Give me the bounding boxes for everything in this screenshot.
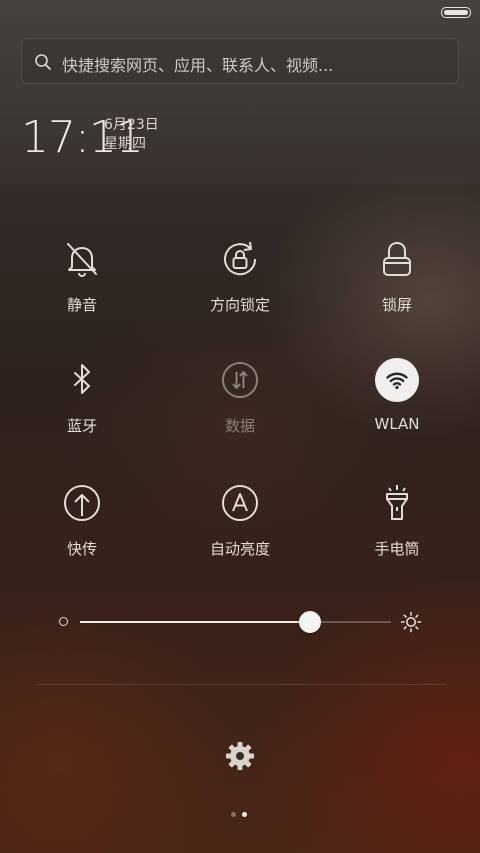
search-icon [35, 54, 51, 70]
toggle-label: 蓝牙 [66, 417, 97, 435]
weekday-text: 星期四 [104, 136, 146, 152]
toggle-silent[interactable]: 静音 [2, 236, 162, 336]
toggle-mobile-data[interactable]: 数据 [160, 357, 320, 457]
toggle-label: 手电筒 [374, 540, 420, 558]
bluetooth-icon [74, 364, 90, 394]
flashlight-icon [386, 485, 408, 520]
battery-fill [444, 10, 468, 15]
toggle-label: 数据 [224, 417, 255, 435]
toggle-label: WLAN [374, 415, 420, 433]
mobile-data-icon [222, 362, 258, 398]
settings-gear-icon[interactable] [224, 740, 256, 772]
search-bar[interactable]: 快捷搜索网页、应用、联系人、视频... [21, 38, 459, 84]
toggle-label: 方向锁定 [209, 296, 270, 314]
wifi-icon [386, 372, 408, 390]
search-placeholder: 快捷搜索网页、应用、联系人、视频... [62, 56, 334, 75]
lock-icon [383, 241, 411, 276]
toggle-rotation-lock[interactable]: 方向锁定 [160, 236, 320, 336]
page-indicator [229, 812, 251, 818]
toggle-label: 锁屏 [381, 296, 412, 314]
toggle-label: 自动亮度 [209, 540, 270, 558]
toggle-quick-transfer[interactable]: 快传 [2, 480, 162, 580]
toggle-lock-screen[interactable]: 锁屏 [317, 236, 477, 336]
toggle-label: 静音 [66, 296, 97, 314]
divider [35, 684, 445, 685]
wlan-active-indicator [374, 357, 420, 403]
toggle-auto-brightness[interactable]: 自动亮度 [160, 480, 320, 580]
clock-date[interactable]: 6月23日 星期四 [104, 116, 159, 154]
toggle-label: 快传 [66, 540, 97, 558]
page-dot [231, 812, 236, 817]
slider-thumb[interactable] [299, 611, 322, 633]
brightness-slider[interactable] [52, 606, 432, 640]
date-text: 6月23日 [104, 117, 159, 133]
page-dot [242, 812, 247, 817]
toggle-wlan[interactable]: WLAN [317, 357, 477, 457]
quick-transfer-icon [64, 485, 100, 521]
bell-off-icon [67, 243, 97, 278]
rotation-lock-icon [224, 241, 257, 276]
auto-brightness-icon [222, 485, 258, 521]
brightness-low-icon [59, 617, 68, 626]
toggle-flashlight[interactable]: 手电筒 [317, 480, 477, 580]
brightness-high-icon [400, 611, 422, 633]
slider-fill [80, 621, 311, 623]
battery-icon [441, 7, 471, 18]
toggle-bluetooth[interactable]: 蓝牙 [2, 357, 162, 457]
